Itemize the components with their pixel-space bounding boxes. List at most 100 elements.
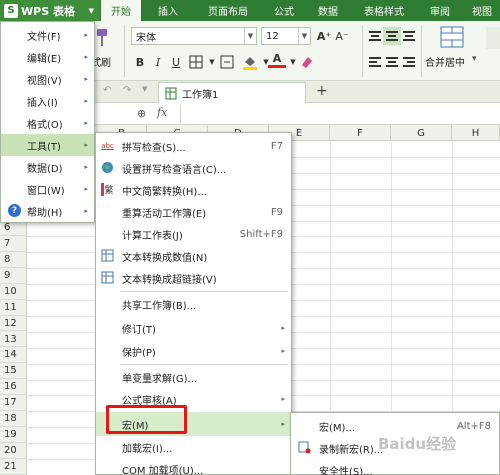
align-right-icon[interactable] (400, 53, 418, 71)
menu-item-window[interactable]: 窗口(W) ▸ (1, 178, 94, 200)
wps-logo-icon: S (4, 3, 18, 18)
menu-item-tools[interactable]: 工具(T) ▸ (1, 134, 94, 156)
row-header[interactable]: 16 (0, 380, 27, 395)
menu-item-format[interactable]: 格式(O) ▸ (1, 112, 94, 134)
align-top-icon[interactable] (366, 27, 384, 45)
eraser-icon[interactable] (298, 53, 316, 71)
row-header[interactable]: 19 (0, 427, 27, 443)
tab-data[interactable]: 数据 (308, 0, 348, 21)
menu-item-label: 帮助(H) (27, 207, 63, 219)
globe-language-icon (101, 161, 114, 174)
shrink-font-button[interactable]: A⁻ (333, 27, 351, 45)
row-header[interactable]: 10 (0, 284, 27, 300)
menu-item-add-ins[interactable]: 加载宏(I)... (96, 436, 291, 458)
menu-item-edit[interactable]: 编辑(E) ▸ (1, 46, 94, 68)
merge-center-icon[interactable] (440, 26, 464, 48)
merge-cells-small-icon[interactable] (218, 53, 236, 71)
new-tab-button[interactable]: + (316, 83, 328, 99)
font-name-select[interactable]: 宋体 ▼ (131, 27, 257, 45)
workbook-tab-label: 工作簿1 (182, 89, 219, 101)
menu-item-track-changes[interactable]: 修订(T) ▸ (96, 317, 291, 339)
align-center-icon[interactable] (383, 53, 401, 71)
row-header[interactable]: 14 (0, 348, 27, 364)
merge-center-label[interactable]: 合并居中 (425, 54, 465, 69)
menu-item-data[interactable]: 数据(D) ▸ (1, 156, 94, 178)
submenu-arrow-icon: ▸ (281, 420, 285, 428)
menu-item-share-workbook[interactable]: 共享工作簿(B)... (96, 293, 291, 315)
menu-item-view[interactable]: 视图(V) ▸ (1, 68, 94, 90)
align-bottom-icon[interactable] (400, 27, 418, 45)
row-header[interactable]: 21 (0, 459, 27, 475)
menu-item-protect[interactable]: 保护(P) ▸ (96, 340, 291, 362)
bold-button[interactable]: B (131, 53, 149, 71)
wrap-text-icon[interactable] (486, 27, 500, 49)
menu-item-text-to-number[interactable]: 文本转换成数值(N) (96, 245, 291, 267)
wps-main-menu: 文件(F) ▸ 编辑(E) ▸ 视图(V) ▸ 插入(I) ▸ 格式(O) ▸ … (0, 21, 95, 223)
row-header[interactable]: 15 (0, 364, 27, 380)
font-name-value: 宋体 (136, 32, 156, 44)
font-size-select[interactable]: 12 ▼ (261, 27, 311, 45)
menu-item-goal-seek[interactable]: 单变量求解(G)... (96, 366, 291, 388)
row-header[interactable]: 9 (0, 268, 27, 284)
align-middle-icon[interactable] (383, 27, 401, 45)
zoom-magnifier-icon[interactable]: ⊕ (137, 107, 146, 120)
menu-item-insert[interactable]: 插入(I) ▸ (1, 90, 94, 112)
grow-font-button[interactable]: A⁺ (315, 27, 333, 45)
submenu-arrow-icon: ▸ (84, 97, 88, 105)
underline-button[interactable]: U (167, 53, 185, 71)
chevron-down-icon[interactable]: ▼ (298, 28, 310, 44)
tab-workbook1[interactable]: 工作簿1 (158, 82, 306, 103)
menu-item-label: 保护(P) (122, 347, 156, 359)
menu-item-chinese-conversion[interactable]: 繁 中文简繁转换(H)... (96, 179, 291, 201)
tab-formulas[interactable]: 公式 (264, 0, 304, 21)
menu-item-label: 插入(I) (27, 97, 58, 109)
insert-function-button[interactable]: fx (157, 106, 167, 119)
column-header[interactable]: G (391, 125, 452, 141)
format-painter-icon[interactable] (93, 27, 111, 49)
row-header[interactable]: 8 (0, 252, 27, 268)
undo-icon[interactable]: ↶ (103, 85, 115, 99)
wps-spreadsheet-window: S WPS 表格 ▼ 开始 插入 页面布局 公式 数据 表格样式 审阅 视图 式… (0, 0, 500, 475)
align-left-icon[interactable] (366, 53, 384, 71)
menu-item-spell-check[interactable]: abc 拼写检查(S)... F7 (96, 135, 291, 157)
tab-view[interactable]: 视图 (464, 0, 500, 21)
formula-input[interactable] (180, 105, 500, 123)
submenu-arrow-icon: ▸ (84, 31, 88, 39)
column-header[interactable]: F (330, 125, 391, 141)
row-header[interactable]: 13 (0, 332, 27, 348)
column-header[interactable]: H (452, 125, 500, 141)
tab-home[interactable]: 开始 (101, 0, 141, 21)
tab-page-layout[interactable]: 页面布局 (196, 0, 260, 21)
merge-center-dropdown[interactable]: ▾ (472, 54, 477, 64)
menu-item-file[interactable]: 文件(F) ▸ (1, 24, 94, 46)
menu-separator (120, 291, 288, 292)
menu-item-com-add-ins[interactable]: COM 加载项(U)... (96, 458, 291, 475)
menu-item-label: 设置拼写检查语言(C)... (122, 164, 227, 176)
wps-app-menu-button[interactable]: S WPS 表格 ▼ (0, 0, 100, 21)
row-header[interactable]: 18 (0, 411, 27, 427)
menu-item-shortcut: F9 (270, 206, 283, 218)
menu-item-security[interactable]: 安全性(S)... (291, 459, 499, 475)
menu-item-label: 格式(O) (27, 119, 63, 131)
menu-item-spell-language[interactable]: 设置拼写检查语言(C)... (96, 157, 291, 179)
row-header[interactable]: 20 (0, 443, 27, 459)
menu-item-label: 修订(T) (122, 324, 156, 336)
tab-table-style[interactable]: 表格样式 (352, 0, 416, 21)
submenu-arrow-icon: ▸ (84, 53, 88, 61)
row-header[interactable]: 7 (0, 236, 27, 252)
menu-item-calc-sheet[interactable]: 计算工作表(J) Shift+F9 (96, 223, 291, 245)
chevron-down-icon[interactable]: ▼ (244, 28, 256, 44)
italic-button[interactable]: I (149, 53, 167, 71)
row-header[interactable]: 17 (0, 395, 27, 411)
menu-item-help[interactable]: ? 帮助(H) ▸ (1, 200, 94, 222)
chevron-down-icon[interactable]: ▼ (142, 85, 147, 93)
row-header[interactable]: 11 (0, 300, 27, 316)
menu-item-text-to-hyperlink[interactable]: 文本转换成超链接(V) (96, 267, 291, 289)
tab-review[interactable]: 审阅 (420, 0, 460, 21)
menu-item-recalc-workbook[interactable]: 重算活动工作簿(E) F9 (96, 201, 291, 223)
redo-icon[interactable]: ↷ (123, 85, 135, 99)
menu-separator (120, 364, 288, 365)
row-header[interactable]: 12 (0, 316, 27, 332)
tab-insert[interactable]: 插入 (148, 0, 188, 21)
ribbon-divider (421, 25, 422, 77)
